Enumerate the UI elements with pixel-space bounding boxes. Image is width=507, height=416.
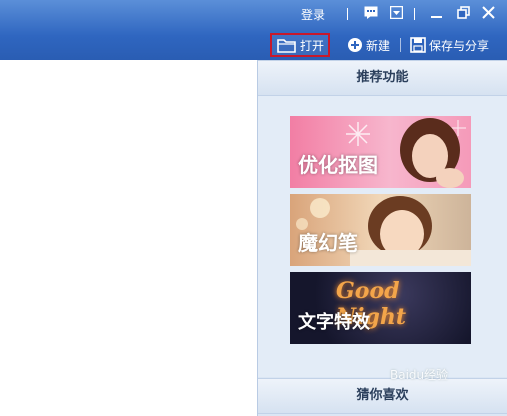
toolbar: 打开 新建 保存与分享	[0, 30, 507, 60]
recommended-header: 推荐功能	[258, 60, 507, 96]
recommended-list: 优化抠图 魔幻笔 Good Night 文字特效	[258, 96, 507, 377]
message-icon[interactable]	[364, 6, 378, 19]
login-link[interactable]: 登录	[301, 6, 325, 23]
banner-label: 优化抠图	[298, 153, 378, 177]
menu-dropdown-icon[interactable]	[390, 6, 403, 19]
watermark: Baidu经验	[390, 368, 449, 382]
system-bar: 登录	[0, 0, 507, 30]
divider	[347, 8, 348, 20]
save-disk-icon	[410, 37, 426, 53]
save-share-label: 保存与分享	[429, 38, 490, 53]
side-panel: 推荐功能 优化抠图 魔幻笔 Good Night 文字特效 猜你喜欢	[258, 60, 507, 416]
banner-magic-pen[interactable]: 魔幻笔	[290, 194, 471, 266]
save-share-button[interactable]: 保存与分享	[410, 33, 489, 57]
folder-icon	[277, 39, 296, 53]
banner-text-effects[interactable]: Good Night 文字特效	[290, 272, 471, 344]
banner-label: 魔幻笔	[298, 231, 358, 255]
guess-you-like-header: 猜你喜欢	[258, 378, 507, 414]
open-label: 打开	[300, 38, 325, 53]
new-label: 新建	[366, 38, 391, 53]
restore-icon[interactable]	[457, 6, 470, 19]
minimize-icon[interactable]	[430, 6, 443, 19]
banner-smart-cutout[interactable]: 优化抠图	[290, 116, 471, 188]
title-bar: 登录 打开 新建 保存与分享	[0, 0, 507, 60]
close-icon[interactable]	[482, 6, 495, 19]
canvas-area	[0, 60, 257, 416]
divider	[414, 8, 415, 20]
open-button[interactable]: 打开	[270, 33, 330, 57]
divider	[400, 38, 401, 52]
banner-label: 文字特效	[298, 312, 370, 333]
new-button[interactable]: 新建	[347, 33, 390, 57]
plus-circle-icon	[348, 38, 362, 52]
